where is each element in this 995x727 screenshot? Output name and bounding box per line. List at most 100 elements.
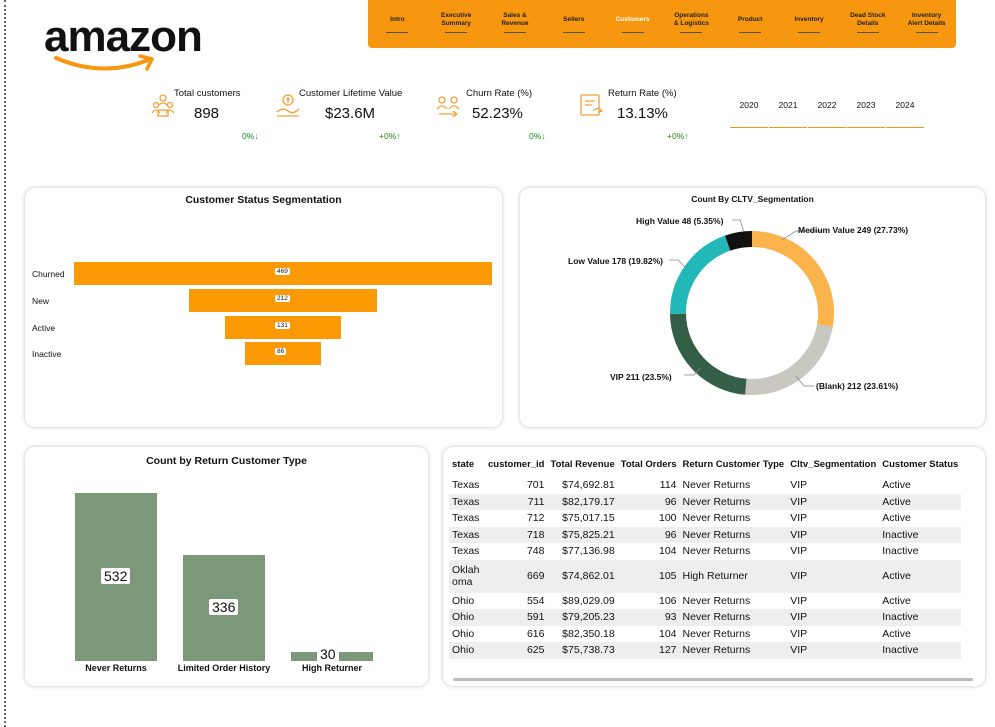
nav-item-intro[interactable]: Intro: [368, 0, 427, 48]
table-row[interactable]: Ohio 554 $89,029.09 106 Never Returns VIP Acti…: [449, 593, 961, 610]
nav-item-operations-logistics[interactable]: Operations & Logistics: [662, 0, 721, 48]
bar-category-label: Limited Order History: [177, 663, 271, 673]
table-row[interactable]: Texas 712 $75,017.15 100 Never Returns VIP Act…: [449, 510, 961, 527]
nav-underline: [562, 32, 585, 33]
table-cell: Active: [882, 594, 911, 607]
table-cell: Never Returns: [679, 493, 788, 510]
table-row[interactable]: Texas 718 $75,825.21 96 Never Returns VIP Inac…: [449, 526, 962, 543]
nav-underline: [445, 32, 468, 33]
funnel-category-label: New: [32, 296, 50, 306]
table-row[interactable]: Ohio 591 $79,205.23 93 Never Returns VIP Inact…: [449, 609, 962, 626]
table-row[interactable]: Texas 701 $74,692.81 114 Never Returns VIP Act…: [449, 477, 961, 494]
column-header-total-revenue[interactable]: Total Revenue: [548, 451, 618, 477]
funnel-value-label: 469: [275, 268, 290, 275]
donut-slice[interactable]: [745, 323, 833, 395]
table-cell: Inactive: [879, 609, 962, 626]
column-header-return-customer-type[interactable]: Return Customer Type: [680, 451, 788, 477]
table-cell: 616: [526, 627, 545, 640]
nav-underline: [621, 32, 644, 33]
table-cell: Never Returns: [682, 479, 751, 492]
table-cell: VIP: [787, 559, 880, 593]
funnel-value-label: 131: [274, 322, 290, 329]
donut-slice[interactable]: [670, 235, 731, 314]
table-cell: Ohio: [449, 642, 485, 659]
slice-label: High Value 48 (5.35%): [636, 216, 724, 226]
funnel-bar[interactable]: 212: [188, 289, 378, 312]
table-cell: Never Returns: [682, 594, 751, 607]
cltv-segmentation-card: Count By CLTV_Segmentation Medium Value …: [520, 188, 985, 427]
column-header-customer-id[interactable]: customer_id: [485, 451, 548, 477]
year-button-2024[interactable]: 2024: [886, 96, 924, 128]
donut-slice[interactable]: [724, 231, 753, 251]
table-cell: Texas: [452, 545, 480, 558]
donut-slice[interactable]: [670, 313, 747, 395]
kpi-value: $23.6M: [325, 105, 376, 122]
table-cell: Never Returns: [679, 609, 788, 626]
table-cell: Active: [882, 627, 911, 640]
funnel-category-label: Churned: [32, 269, 65, 279]
table-cell: Never Returns: [682, 627, 751, 640]
table-row[interactable]: Ohio 625 $75,738.73 127 Never Returns VIP Inac…: [449, 642, 962, 659]
table-row[interactable]: Texas 748 $77,136.98 104 Never Returns VIP Ina…: [449, 543, 961, 560]
nav-item-customers[interactable]: Customers: [603, 0, 662, 48]
table-cell: VIP: [787, 642, 880, 659]
table-cell: 591: [485, 609, 548, 626]
nav-underline: [503, 32, 526, 33]
table-row[interactable]: Ohio 616 $82,350.18 104 Never Returns VIP Acti…: [449, 626, 961, 643]
table-row[interactable]: Texas 711 $82,179.17 96 Never Returns VIP Acti…: [449, 493, 962, 510]
table-cell: 105: [617, 559, 680, 593]
table-cell: Active: [879, 559, 962, 593]
table-cell: VIP: [787, 609, 880, 626]
column-header-total-orders[interactable]: Total Orders: [618, 451, 680, 477]
bar-category-label: High Returner: [301, 663, 362, 673]
bar-value-label: 30: [317, 646, 339, 662]
kpi-value: 52.23%: [472, 105, 523, 122]
horizontal-scrollbar[interactable]: [453, 678, 973, 681]
table-cell: $75,825.21: [547, 526, 618, 543]
table-cell: $74,692.81: [562, 479, 615, 492]
amazon-logo: amazon: [44, 12, 214, 72]
nav-underline: [915, 32, 938, 33]
column-header-customer-status[interactable]: Customer Status: [879, 451, 961, 477]
table-cell: 711: [485, 493, 548, 510]
funnel-bar[interactable]: 131: [224, 316, 342, 339]
nav-item-dead-stock-details[interactable]: Dead Stock Details: [838, 0, 897, 48]
table-cell: High Returner: [679, 559, 788, 593]
year-button-2022[interactable]: 2022: [808, 96, 846, 128]
funnel-bar[interactable]: 469: [74, 262, 492, 285]
year-button-2020[interactable]: 2020: [730, 96, 768, 128]
bar-category-label: Never Returns: [85, 663, 147, 673]
customer-table-card: state customer_id Total Revenue Total Order…: [443, 447, 985, 686]
table-cell: Inactive: [879, 642, 962, 659]
nav-item-executive-summary[interactable]: Executive Summary: [427, 0, 486, 48]
nav-item-sales-revenue[interactable]: Sales & Revenue: [486, 0, 545, 48]
leader-line: [732, 219, 745, 233]
column-header-cltv-segmentation[interactable]: Cltv_Segmentation: [787, 451, 879, 477]
nav-item-label: Sellers: [563, 16, 585, 23]
year-button-2023[interactable]: 2023: [847, 96, 885, 128]
nav-item-sellers[interactable]: Sellers: [544, 0, 603, 48]
table-cell: Oklah oma: [449, 559, 485, 593]
nav-item-product[interactable]: Product: [721, 0, 780, 48]
table-cell: Texas: [452, 479, 480, 492]
nav-item-label: Customers: [615, 16, 650, 23]
slice-label: Low Value 178 (19.82%): [568, 256, 663, 266]
nav-item-label: Executive Summary: [441, 12, 472, 27]
table-cell: Ohio: [452, 594, 475, 607]
kpi-value: 898: [194, 105, 220, 122]
year-button-2021[interactable]: 2021: [769, 96, 807, 128]
nav-item-inventory[interactable]: Inventory: [780, 0, 839, 48]
funnel-bar[interactable]: 86: [244, 342, 322, 365]
nav-item-label: Product: [737, 16, 763, 23]
table-cell: Texas: [452, 512, 480, 525]
table-cell: VIP: [787, 493, 880, 510]
donut-slice[interactable]: [751, 231, 834, 327]
table-row[interactable]: Oklah oma 669 $74,862.01 105 High Returner VI…: [449, 559, 962, 593]
table-cell: VIP: [787, 526, 880, 543]
customer-table: state customer_id Total Revenue Total Order…: [449, 451, 962, 659]
kpi-title: Total customers: [174, 88, 241, 99]
nav-underline: [680, 32, 703, 33]
nav-item-inventory-alert-details[interactable]: Inventory Alert Details: [897, 0, 956, 48]
column-header-state[interactable]: state: [449, 451, 485, 477]
kpi-delta: +0%↑: [379, 131, 401, 141]
